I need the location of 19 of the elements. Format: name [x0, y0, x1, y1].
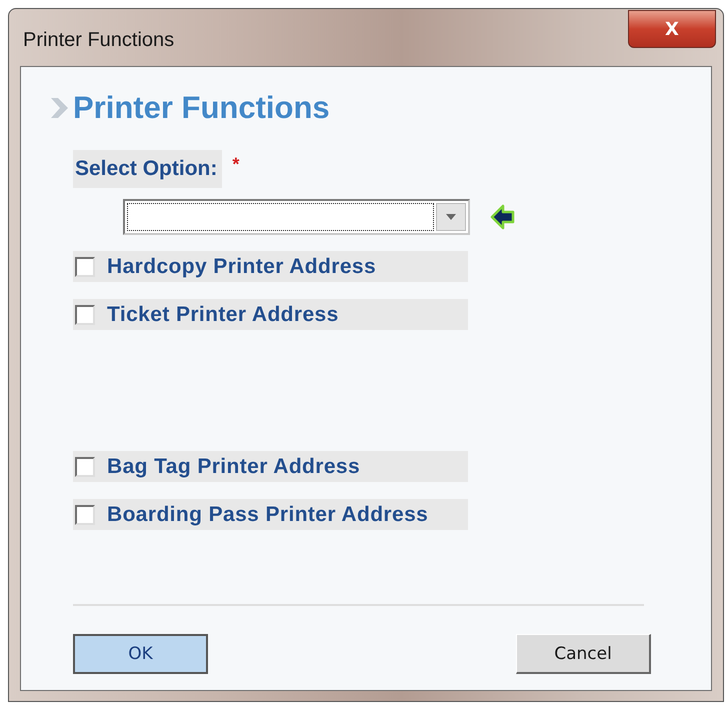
checkbox[interactable]	[75, 456, 95, 476]
option-dropdown[interactable]	[123, 199, 470, 235]
caret-icon	[446, 214, 456, 220]
page-heading: Printer Functions	[73, 90, 330, 126]
checkbox[interactable]	[75, 304, 95, 324]
ok-button[interactable]: OK	[73, 634, 208, 674]
window-title: Printer Functions	[23, 29, 174, 52]
checkbox[interactable]	[75, 504, 95, 524]
checkbox-label[interactable]: Hardcopy Printer Address	[107, 254, 376, 278]
arrow-left-icon[interactable]	[490, 203, 516, 231]
checkbox[interactable]	[75, 256, 95, 276]
checkbox-label[interactable]: Ticket Printer Address	[107, 302, 339, 326]
close-button[interactable]: X	[628, 10, 716, 48]
checkbox-label[interactable]: Bag Tag Printer Address	[107, 454, 360, 478]
field-label: Select Option:	[73, 150, 222, 188]
checkbox-label[interactable]: Boarding Pass Printer Address	[107, 502, 428, 526]
required-mark: *	[232, 154, 240, 174]
chevron-icon	[49, 97, 69, 119]
cancel-button[interactable]: Cancel	[516, 634, 651, 674]
